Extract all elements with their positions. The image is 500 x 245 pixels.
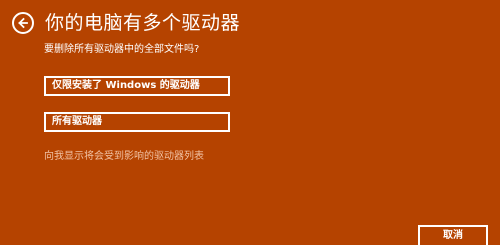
page-title: 你的电脑有多个驱动器 [45,12,241,34]
windows-drive-only-button[interactable]: 仅限安装了 Windows 的驱动器 [44,76,230,96]
question-text: 要删除所有驱动器中的全部文件吗? [44,44,200,55]
back-button[interactable] [12,12,34,34]
header: 你的电脑有多个驱动器 [12,9,240,37]
back-arrow-icon [17,17,29,29]
show-affected-drives-link[interactable]: 向我显示将会受到影响的驱动器列表 [44,150,204,164]
cancel-button[interactable]: 取消 [418,225,488,245]
all-drives-button[interactable]: 所有驱动器 [44,112,230,132]
